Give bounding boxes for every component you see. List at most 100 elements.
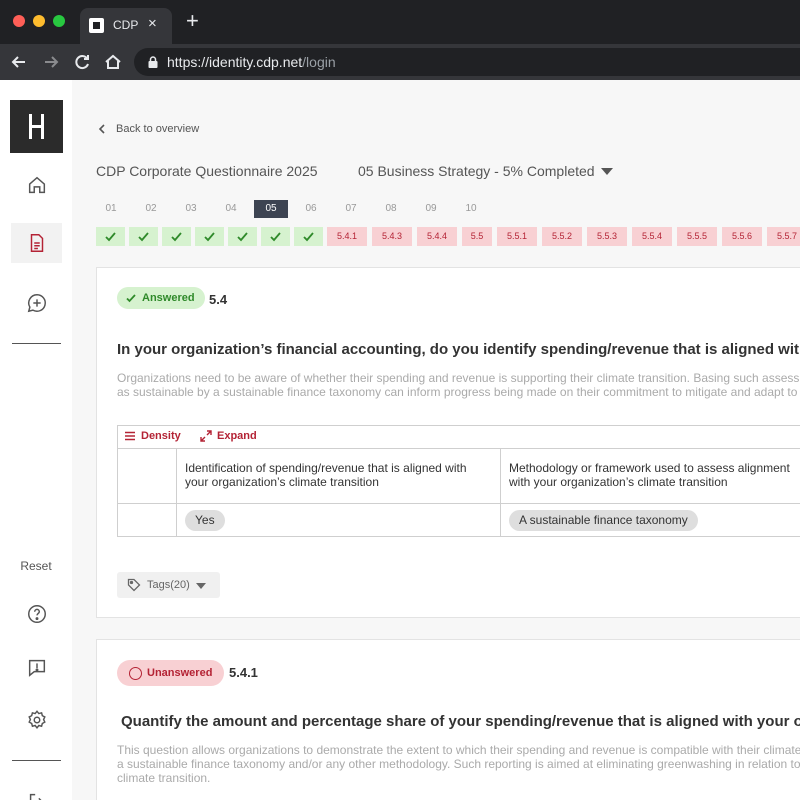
answered-question-chip[interactable] (129, 227, 158, 246)
tag-icon (127, 578, 141, 592)
back-to-overview-link[interactable]: Back to overview (96, 123, 199, 135)
reset-button[interactable]: Reset (0, 559, 72, 573)
table-header-methodology: Methodology or framework used to assess … (501, 449, 800, 504)
feedback-nav-button[interactable] (11, 648, 62, 688)
help-nav-button[interactable] (11, 594, 62, 634)
unanswered-question-chip[interactable]: 5.5.7 (767, 227, 800, 246)
question-description: Organizations need to be aware of whethe… (117, 371, 800, 399)
table-cell-methodology[interactable]: A sustainable finance taxonomy (501, 504, 800, 537)
browser-tab-bar: CDP × + (0, 0, 800, 44)
url-host: https://identity.cdp.net (167, 54, 303, 70)
app-sidebar: Reset (0, 80, 72, 800)
check-icon (270, 232, 281, 242)
lock-icon (148, 56, 158, 68)
sidebar-divider (12, 760, 61, 761)
answered-question-chip[interactable] (261, 227, 290, 246)
question-text: In your organization’s financial account… (117, 341, 800, 358)
step-01[interactable]: 01 (94, 200, 128, 218)
answered-question-chip[interactable] (294, 227, 323, 246)
unanswered-question-chip[interactable]: 5.4.3 (372, 227, 412, 246)
step-10[interactable]: 10 (454, 200, 488, 218)
description-line: This question allows organizations to de… (117, 743, 800, 757)
question-number: 5.4.1 (229, 665, 258, 680)
step-04[interactable]: 04 (214, 200, 248, 218)
unanswered-question-chip[interactable]: 5.5.4 (632, 227, 672, 246)
answered-question-chip[interactable] (195, 227, 224, 246)
home-nav-button[interactable] (11, 165, 62, 205)
table-header-identification: Identification of spending/revenue that … (177, 449, 501, 504)
step-09[interactable]: 09 (414, 200, 448, 218)
check-icon (171, 232, 182, 242)
window-minimize-button[interactable] (33, 15, 45, 27)
tab-title: CDP (113, 18, 139, 32)
add-comment-nav-button[interactable] (11, 283, 62, 323)
density-label: Density (141, 430, 181, 442)
new-tab-icon[interactable]: + (186, 10, 199, 32)
help-icon (27, 605, 46, 623)
logout-nav-button[interactable] (11, 782, 62, 800)
answer-value-pill[interactable]: Yes (185, 510, 225, 531)
window-close-button[interactable] (13, 15, 25, 27)
reload-icon[interactable] (72, 52, 92, 72)
answered-question-chip[interactable] (228, 227, 257, 246)
step-07[interactable]: 07 (334, 200, 368, 218)
tags-dropdown[interactable]: Tags(20) (117, 572, 220, 598)
unanswered-question-chip[interactable]: 5.5.3 (587, 227, 627, 246)
url-path: /login (302, 54, 336, 70)
description-line: as sustainable by a sustainable finance … (117, 385, 800, 399)
step-03[interactable]: 03 (174, 200, 208, 218)
answer-table: Identification of spending/revenue that … (117, 448, 800, 537)
tab-close-icon[interactable]: × (148, 15, 157, 32)
table-cell-identification[interactable]: Yes (177, 504, 501, 537)
url-bar[interactable]: https://identity.cdp.net/login (134, 48, 800, 76)
answered-question-chip[interactable] (162, 227, 191, 246)
document-icon (30, 234, 43, 252)
unanswered-question-chip[interactable]: 5.5.6 (722, 227, 762, 246)
chevron-left-icon (98, 124, 105, 134)
back-arrow-icon[interactable] (9, 52, 29, 72)
table-index-header (118, 449, 177, 504)
density-button[interactable]: Density (124, 430, 181, 442)
check-icon (237, 232, 248, 242)
unanswered-question-chip[interactable]: 5.4.4 (417, 227, 457, 246)
app-logo[interactable] (10, 100, 63, 153)
status-badge: Answered (117, 287, 205, 309)
step-08[interactable]: 08 (374, 200, 408, 218)
unanswered-question-chip[interactable]: 5.4.1 (327, 227, 367, 246)
density-icon (125, 431, 135, 441)
step-05[interactable]: 05 (254, 200, 288, 218)
browser-toolbar: https://identity.cdp.net/login (0, 44, 800, 80)
window-maximize-button[interactable] (53, 15, 65, 27)
circle-icon (129, 666, 142, 680)
caret-down-icon (600, 168, 613, 175)
settings-nav-button[interactable] (11, 700, 62, 740)
section-dropdown[interactable]: 05 Business Strategy - 5% Completed (358, 163, 613, 179)
home-icon[interactable] (103, 52, 123, 72)
back-label: Back to overview (116, 123, 200, 135)
forward-arrow-icon[interactable] (41, 52, 61, 72)
unanswered-question-chip[interactable]: 5.5.5 (677, 227, 717, 246)
expand-button[interactable]: Expand (200, 430, 257, 442)
browser-tab[interactable]: CDP × (80, 8, 172, 44)
tags-label: Tags(20) (147, 579, 190, 591)
feedback-icon (28, 659, 45, 677)
questionnaire-nav-button[interactable] (11, 223, 62, 263)
check-icon (105, 232, 116, 242)
unanswered-question-chip[interactable]: 5.5.1 (497, 227, 537, 246)
answer-value-pill[interactable]: A sustainable finance taxonomy (509, 510, 698, 531)
favicon-icon (89, 18, 104, 33)
caret-down-icon (195, 582, 206, 589)
expand-label: Expand (217, 430, 257, 442)
check-icon (126, 294, 136, 303)
section-label: 05 Business Strategy - 5% Completed (358, 163, 595, 179)
unanswered-question-chip[interactable]: 5.5.2 (542, 227, 582, 246)
table-toolbar: Density Expand (117, 425, 800, 448)
questionnaire-title: CDP Corporate Questionnaire 2025 (96, 163, 318, 179)
answered-question-chip[interactable] (96, 227, 125, 246)
step-02[interactable]: 02 (134, 200, 168, 218)
step-06[interactable]: 06 (294, 200, 328, 218)
check-icon (138, 232, 149, 242)
question-number: 5.4 (209, 292, 228, 307)
unanswered-question-chip[interactable]: 5.5 (462, 227, 492, 246)
description-line: a sustainable finance taxonomy and/or an… (117, 757, 800, 771)
